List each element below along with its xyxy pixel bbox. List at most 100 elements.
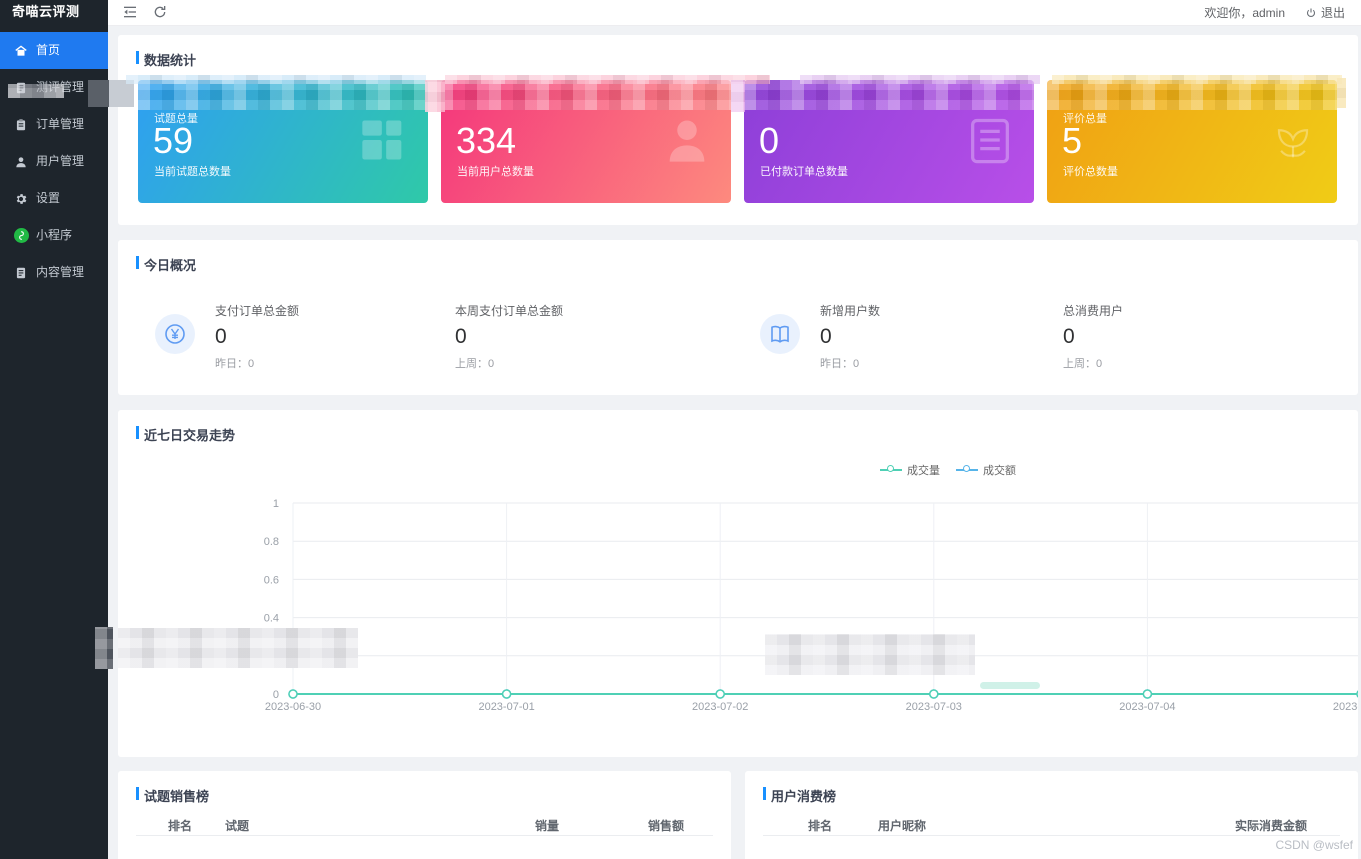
gear-icon bbox=[13, 191, 29, 207]
trend-line-chart: 00.20.40.60.812023-06-302023-07-012023-0… bbox=[118, 495, 1358, 735]
legend-marker-icon bbox=[956, 469, 978, 471]
logout-button[interactable]: 退出 bbox=[1305, 4, 1345, 21]
sidebar-item-users[interactable]: 用户管理 bbox=[0, 143, 108, 180]
logout-label: 退出 bbox=[1321, 4, 1345, 21]
user-icon bbox=[661, 112, 713, 168]
metric-sub: 昨日：0 bbox=[820, 355, 1045, 371]
sidebar-item-label: 内容管理 bbox=[36, 254, 84, 291]
censor-mosaic bbox=[800, 75, 1040, 84]
svg-text:2023-07-05: 2023-07-05 bbox=[1333, 701, 1358, 713]
censor-mosaic bbox=[744, 80, 1034, 110]
stats-panel: 数据统计 试题总量 59 当前试题总数量 334 当前用户总数量 0 已付款订单… bbox=[118, 35, 1358, 225]
legend-label: 成交额 bbox=[983, 462, 1016, 478]
metric-label: 总消费用户 bbox=[1063, 302, 1288, 319]
document-icon bbox=[13, 265, 29, 281]
sidebar-item-label: 首页 bbox=[36, 32, 60, 69]
sidebar-item-label: 小程序 bbox=[36, 217, 72, 254]
censor-mosaic bbox=[138, 80, 428, 110]
column-header-rank: 排名 bbox=[168, 817, 192, 834]
metric-sub: 昨日：0 bbox=[215, 355, 440, 371]
chart-legend: 成交量 成交额 bbox=[880, 462, 1016, 478]
sidebar-item-settings[interactable]: 设置 bbox=[0, 180, 108, 217]
metric-value: 0 bbox=[1063, 325, 1288, 349]
svg-text:1: 1 bbox=[273, 498, 279, 510]
collapse-sidebar-icon[interactable] bbox=[122, 4, 140, 22]
metric-label: 支付订单总金额 bbox=[215, 302, 440, 319]
svg-text:0: 0 bbox=[273, 689, 279, 701]
metric-sub: 上周：0 bbox=[1063, 355, 1288, 371]
metric-value: 0 bbox=[455, 325, 680, 349]
list-icon bbox=[964, 112, 1016, 168]
censor-mosaic bbox=[425, 80, 445, 112]
metric-value: 0 bbox=[215, 325, 440, 349]
section-title-consume-rank: 用户消费榜 bbox=[763, 786, 836, 805]
censor-mosaic bbox=[8, 84, 64, 98]
trend-panel: 近七日交易走势 成交量成交额 00.20.40.60.812023-06-302… bbox=[118, 410, 1358, 757]
sidebar-menu: 首页 测评管理 订单管理 bbox=[0, 32, 108, 291]
censor-mosaic bbox=[1052, 75, 1342, 84]
clipboard-icon bbox=[13, 117, 29, 133]
today-panel: 今日概况 支付订单总金额 0 昨日：0 本周支付订单总金额 0 上周：0 新增用… bbox=[118, 240, 1358, 395]
card-bottom-label: 已付款订单总数量 bbox=[760, 163, 848, 179]
power-icon bbox=[1305, 7, 1317, 19]
sidebar-item-orders[interactable]: 订单管理 bbox=[0, 106, 108, 143]
censor-mosaic bbox=[1337, 78, 1346, 108]
welcome-text: 欢迎你，admin bbox=[1204, 4, 1285, 21]
svg-text:2023-06-30: 2023-06-30 bbox=[265, 701, 321, 713]
censor-mosaic bbox=[88, 80, 134, 107]
svg-text:2023-07-04: 2023-07-04 bbox=[1119, 701, 1175, 713]
grid-icon bbox=[358, 112, 410, 168]
sidebar-item-label: 设置 bbox=[36, 180, 60, 217]
sidebar-item-label: 订单管理 bbox=[36, 106, 84, 143]
sidebar-item-label: 用户管理 bbox=[36, 143, 84, 180]
sidebar-item-content[interactable]: 内容管理 bbox=[0, 254, 108, 291]
table-divider bbox=[763, 835, 1340, 836]
metric-value: 0 bbox=[820, 325, 1045, 349]
stat-card-users: 334 当前用户总数量 bbox=[441, 80, 731, 203]
svg-text:2023-07-03: 2023-07-03 bbox=[906, 701, 962, 713]
card-bottom-label: 当前试题总数量 bbox=[154, 163, 231, 179]
censor-mosaic bbox=[95, 627, 113, 669]
legend-label: 成交量 bbox=[907, 462, 940, 478]
section-title-sales-rank: 试题销售榜 bbox=[136, 786, 209, 805]
top-header: 欢迎你，admin 退出 bbox=[108, 0, 1361, 26]
censor-mosaic bbox=[126, 75, 426, 84]
legend-item[interactable]: 成交量 bbox=[880, 462, 940, 478]
metric-new-users: 新增用户数 0 昨日：0 bbox=[820, 302, 1045, 371]
metric-label: 新增用户数 bbox=[820, 302, 1045, 319]
flower-icon bbox=[1267, 112, 1319, 168]
card-value: 59 bbox=[153, 120, 193, 162]
svg-text:0.6: 0.6 bbox=[264, 574, 279, 586]
metric-consuming-users: 总消费用户 0 上周：0 bbox=[1063, 302, 1288, 371]
sales-rank-panel: 试题销售榜 排名 试题 销量 销售额 bbox=[118, 771, 731, 859]
card-value: 0 bbox=[759, 120, 779, 162]
column-header-rank: 排名 bbox=[808, 817, 832, 834]
section-title-today: 今日概况 bbox=[136, 255, 196, 274]
column-header-question: 试题 bbox=[225, 817, 249, 834]
metric-sub: 上周：0 bbox=[455, 355, 680, 371]
stat-card-questions: 试题总量 59 当前试题总数量 bbox=[138, 80, 428, 203]
censor-mosaic bbox=[980, 682, 1040, 689]
censor-mosaic bbox=[1047, 80, 1337, 110]
column-header-actual-amount: 实际消费金额 bbox=[1235, 817, 1307, 834]
section-title-stats: 数据统计 bbox=[136, 50, 196, 69]
sidebar-item-home[interactable]: 首页 bbox=[0, 32, 108, 69]
yen-circle-icon bbox=[155, 314, 195, 354]
censor-mosaic bbox=[441, 80, 731, 110]
svg-text:0.4: 0.4 bbox=[264, 613, 279, 625]
card-bottom-label: 评价总数量 bbox=[1063, 163, 1118, 179]
card-value: 5 bbox=[1062, 120, 1082, 162]
metric-paid-total: 支付订单总金额 0 昨日：0 bbox=[215, 302, 440, 371]
home-icon bbox=[13, 43, 29, 59]
sidebar-item-miniprogram[interactable]: 小程序 bbox=[0, 217, 108, 254]
svg-text:2023-07-02: 2023-07-02 bbox=[692, 701, 748, 713]
card-value: 334 bbox=[456, 120, 516, 162]
censor-mosaic bbox=[731, 80, 745, 112]
section-title-trend: 近七日交易走势 bbox=[136, 425, 235, 444]
censor-mosaic bbox=[118, 628, 358, 668]
app-logo: 奇喵云评测 bbox=[0, 0, 108, 26]
refresh-icon[interactable] bbox=[152, 4, 170, 22]
watermark: CSDN @wsfef bbox=[1275, 838, 1353, 852]
sidebar: 奇喵云评测 首页 测评管理 bbox=[0, 0, 108, 859]
legend-item[interactable]: 成交额 bbox=[956, 462, 1016, 478]
